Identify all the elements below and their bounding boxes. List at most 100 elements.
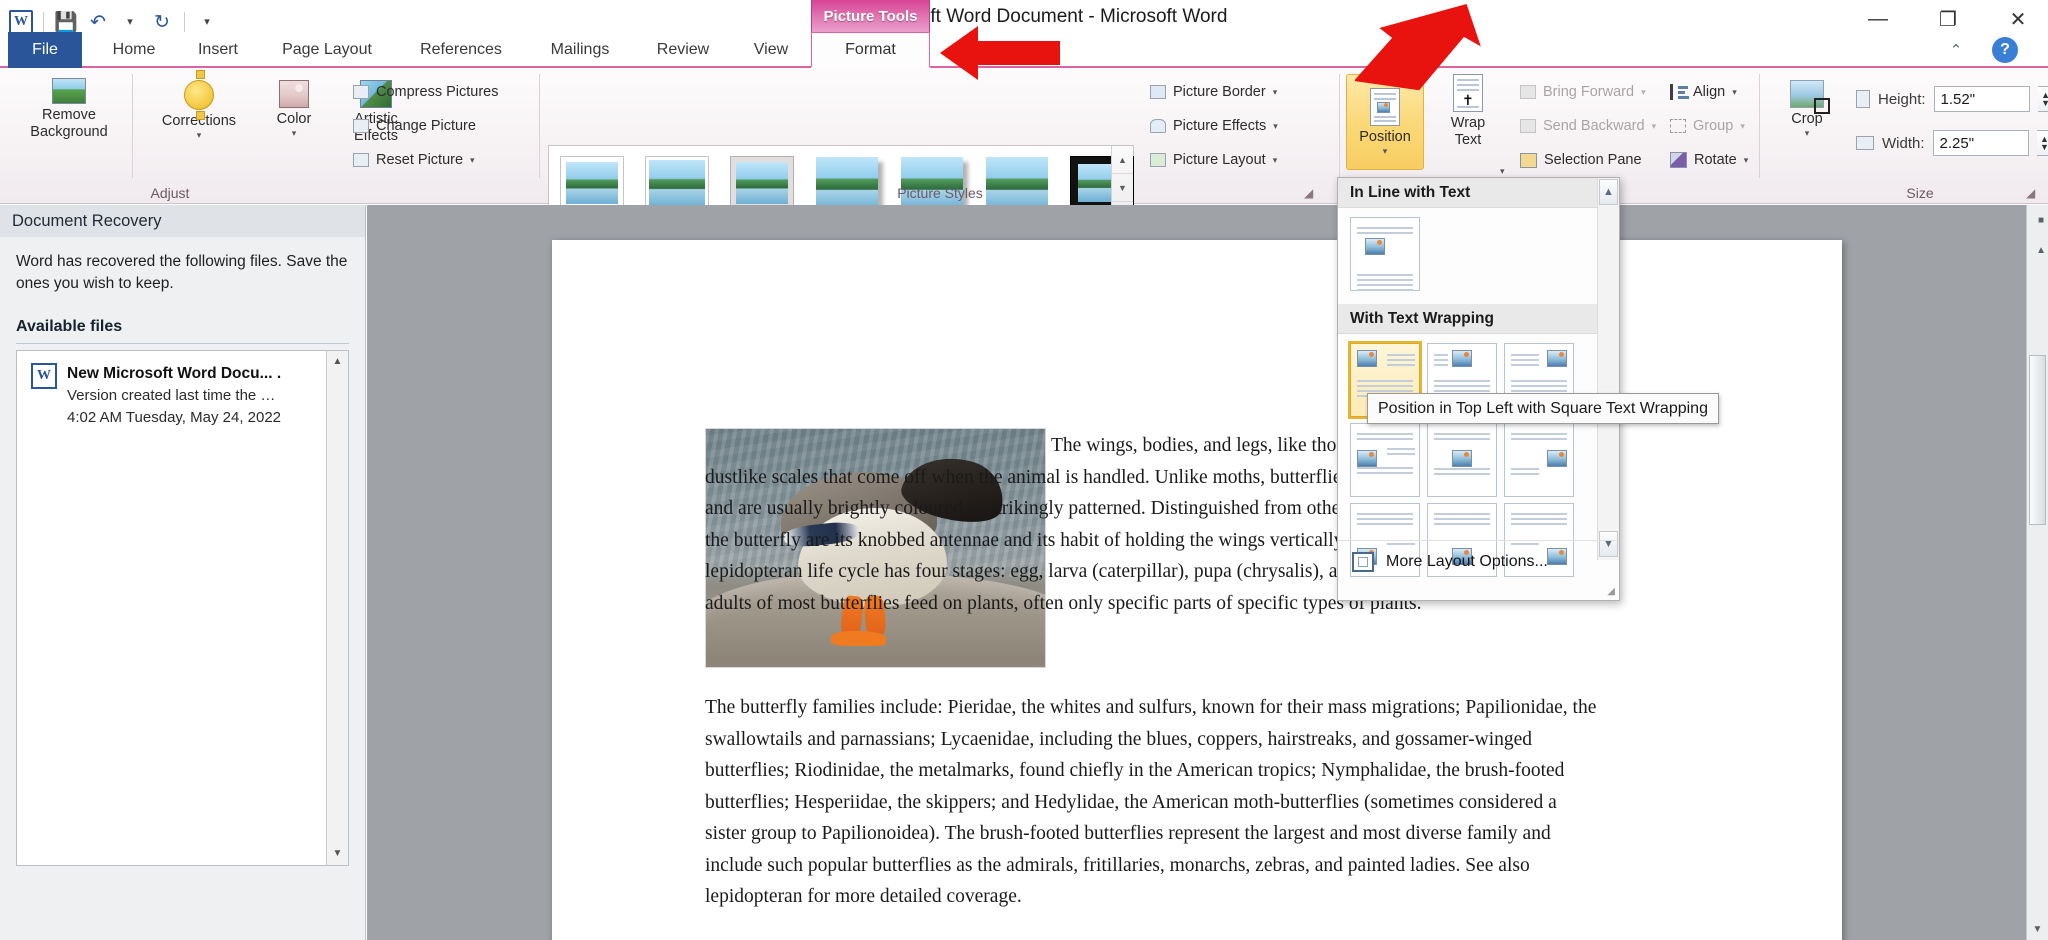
qat-divider-2	[184, 12, 185, 32]
tab-mailings[interactable]: Mailings	[530, 32, 630, 68]
document-recovery-pane: Document Recovery Word has recovered the…	[0, 205, 366, 940]
picture-style-2[interactable]	[645, 156, 709, 210]
position-button[interactable]: Position ▾	[1346, 74, 1424, 170]
ribbon-group-size: Crop ▾ Height: 1.52" ▲ ▼ Width: 2.25" ▲ ▼ …	[1760, 68, 2048, 204]
position-option-middle-center[interactable]	[1427, 423, 1497, 497]
restore-button[interactable]: ❐	[1928, 4, 1968, 34]
recovered-file-version: Version created last time the …	[67, 387, 276, 405]
tab-home[interactable]: Home	[96, 32, 172, 68]
picture-layout-icon	[1150, 153, 1166, 167]
selection-pane-button[interactable]: Selection Pane	[1520, 152, 1642, 168]
recovery-scroll-down-icon[interactable]: ▼	[327, 843, 348, 865]
change-picture-button[interactable]: Change Picture	[353, 118, 476, 134]
group-dropdown-icon: ▾	[1740, 120, 1745, 131]
close-button[interactable]: ✕	[1998, 4, 2038, 34]
picture-border-button[interactable]: Picture Border ▾	[1150, 84, 1277, 100]
picture-border-dropdown-icon[interactable]: ▾	[1273, 87, 1278, 98]
picture-effects-button[interactable]: Picture Effects ▾	[1150, 118, 1278, 134]
width-stepper[interactable]: ▲ ▼	[2036, 130, 2048, 156]
position-scroll-up-icon[interactable]: ▲	[1599, 179, 1618, 205]
split-view-icon[interactable]: ■	[2036, 209, 2046, 231]
recovered-files-list[interactable]: W New Microsoft Word Docu... . Version c…	[16, 349, 349, 866]
scrollbar-thumb[interactable]	[2029, 355, 2046, 525]
height-stepper[interactable]: ▲ ▼	[2037, 86, 2048, 112]
compress-pictures-label: Compress Pictures	[376, 84, 499, 100]
rotate-icon	[1670, 152, 1687, 168]
compress-pictures-icon	[353, 85, 369, 99]
minimize-button[interactable]: —	[1858, 4, 1898, 34]
wrap-text-dropdown-icon[interactable]: ▾	[1500, 166, 1505, 177]
position-inline-row	[1338, 208, 1619, 304]
gallery-scroll-down-icon[interactable]: ▼	[1112, 174, 1133, 202]
gallery-scroll-up-icon[interactable]: ▲	[1112, 146, 1133, 174]
height-icon	[1856, 90, 1870, 108]
crop-button[interactable]: Crop ▾	[1772, 80, 1842, 138]
reset-picture-button[interactable]: Reset Picture ▾	[353, 152, 475, 168]
document-page[interactable]: The wings, bodies, and legs, like those …	[552, 240, 1842, 940]
window-controls: — ❐ ✕	[1858, 4, 2038, 34]
color-dropdown-icon[interactable]: ▾	[292, 128, 297, 138]
corrections-icon	[184, 70, 214, 120]
tab-file[interactable]: File	[8, 32, 82, 68]
align-button[interactable]: Align ▾	[1670, 84, 1737, 100]
remove-background-label-2: Background	[30, 123, 108, 140]
picture-border-label: Picture Border	[1173, 84, 1266, 100]
position-option-inline[interactable]	[1350, 217, 1420, 291]
align-dropdown-icon[interactable]: ▾	[1732, 87, 1737, 98]
scroll-down-icon[interactable]: ▼	[2027, 918, 2048, 940]
picture-style-5[interactable]	[901, 157, 963, 209]
position-option-middle-left[interactable]	[1350, 423, 1420, 497]
position-dropdown-menu[interactable]: In Line with Text With Text Wrapping ▲ ▼…	[1337, 177, 1620, 601]
rotate-dropdown-icon[interactable]: ▾	[1744, 155, 1749, 166]
list-item[interactable]: W New Microsoft Word Docu... . Version c…	[17, 351, 348, 439]
position-menu-scrollbar[interactable]: ▲ ▼	[1597, 178, 1619, 560]
color-button[interactable]: Color ▾	[258, 80, 330, 138]
position-option-middle-right[interactable]	[1504, 423, 1574, 497]
recovered-file-timestamp: 4:02 AM Tuesday, May 24, 2022	[67, 409, 282, 427]
resize-grip-icon[interactable]: ◢	[1607, 586, 1615, 597]
more-layout-options-item[interactable]: More Layout Options...	[1338, 540, 1619, 582]
scroll-up-icon[interactable]: ▲	[2036, 239, 2046, 261]
tab-references[interactable]: References	[400, 32, 522, 68]
position-dropdown-icon[interactable]: ▾	[1383, 146, 1388, 156]
tab-insert[interactable]: Insert	[180, 32, 256, 68]
position-tooltip: Position in Top Left with Square Text Wr…	[1367, 393, 1719, 424]
remove-background-icon	[52, 78, 86, 104]
align-icon	[1670, 84, 1689, 100]
picture-styles-dialog-launcher[interactable]: ◢	[1304, 186, 1318, 200]
rotate-button[interactable]: Rotate ▾	[1670, 152, 1748, 168]
recovery-list-scrollbar[interactable]: ▲ ▼	[326, 350, 348, 865]
picture-style-6[interactable]	[986, 157, 1048, 209]
compress-pictures-button[interactable]: Compress Pictures	[353, 84, 498, 100]
tab-page-layout[interactable]: Page Layout	[262, 32, 392, 68]
tab-view[interactable]: View	[734, 32, 808, 68]
picture-effects-dropdown-icon[interactable]: ▾	[1273, 121, 1278, 132]
collapse-ribbon-icon[interactable]: ⌃	[1942, 38, 1970, 62]
tab-review[interactable]: Review	[638, 32, 728, 68]
picture-style-4[interactable]	[816, 157, 878, 209]
wrap-text-button[interactable]: ✝ Wrap Text	[1430, 74, 1506, 170]
reset-picture-dropdown-icon[interactable]: ▾	[470, 155, 475, 166]
recovery-pane-title: Document Recovery	[0, 205, 365, 237]
document-scrollbar[interactable]: ■ ▲ ▼	[2026, 205, 2048, 940]
picture-style-3[interactable]	[730, 156, 794, 210]
height-input[interactable]: 1.52"	[1933, 86, 2030, 112]
crop-dropdown-icon[interactable]: ▾	[1805, 128, 1810, 138]
corrections-dropdown-icon[interactable]: ▾	[197, 130, 202, 140]
picture-layout-button[interactable]: Picture Layout ▾	[1150, 152, 1277, 168]
picture-layout-dropdown-icon[interactable]: ▾	[1273, 155, 1278, 166]
document-paragraph-2[interactable]: The butterfly families include: Pieridae…	[705, 692, 1602, 913]
tab-format[interactable]: Format	[811, 32, 930, 68]
size-dialog-launcher[interactable]: ◢	[2026, 186, 2040, 200]
recovery-scroll-up-icon[interactable]: ▲	[327, 351, 348, 373]
send-backward-dropdown-icon: ▾	[1651, 120, 1657, 131]
remove-background-button[interactable]: Remove Background	[14, 78, 124, 140]
corrections-button[interactable]: Corrections ▾	[145, 70, 253, 140]
width-input[interactable]: 2.25"	[1932, 130, 2029, 156]
group-icon	[1670, 119, 1686, 133]
available-files-label: Available files	[16, 318, 349, 344]
window-title: New Microsoft Word Document - Microsoft …	[820, 6, 1228, 27]
help-icon[interactable]: ?	[1992, 37, 2018, 63]
picture-style-1[interactable]	[560, 156, 624, 210]
group-label-adjust: Adjust	[150, 185, 190, 201]
